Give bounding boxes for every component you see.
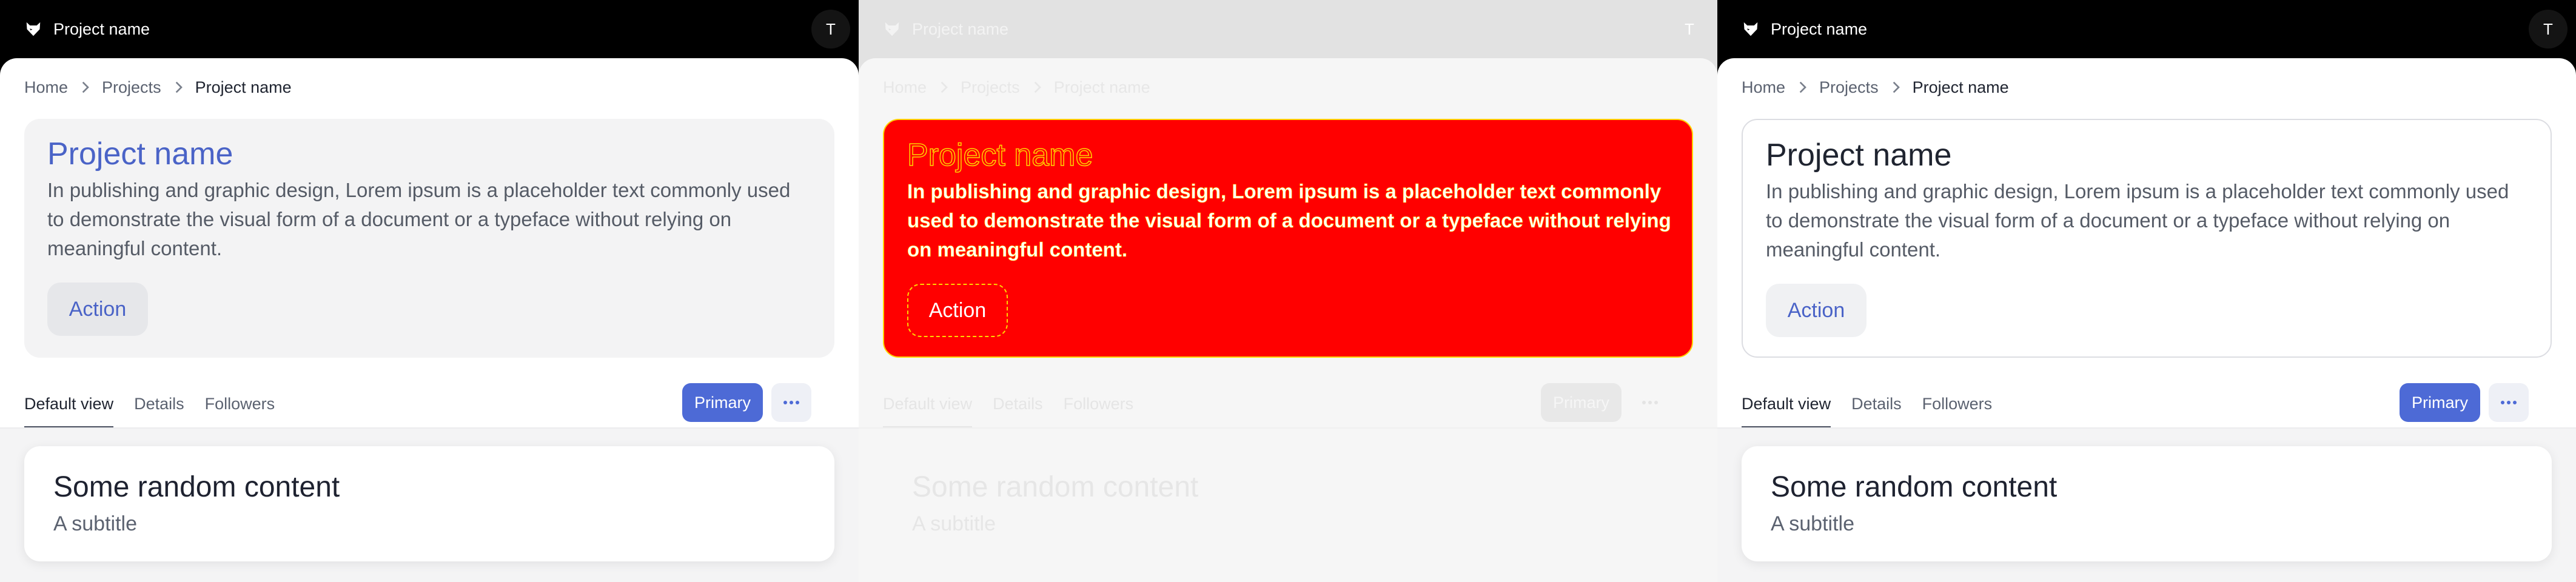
project-description: In publishing and graphic design, Lorem … [907,180,1671,261]
fox-logo-icon[interactable] [883,20,901,38]
primary-button[interactable]: Primary [2400,383,2480,422]
breadcrumb-projects[interactable]: Projects [102,78,161,97]
tab-bar: Default view Details Followers [24,380,295,428]
breadcrumb-current: Project name [1053,78,1150,96]
action-button[interactable]: Action [907,284,1008,337]
more-horizontal-icon [2501,401,2517,404]
avatar[interactable]: T [811,10,850,48]
card-title: Some random content [1771,471,2058,503]
more-horizontal-icon [783,401,799,404]
tab-bar: Default view Details Followers [1742,380,2013,428]
more-button[interactable] [2489,383,2529,422]
breadcrumb-projects[interactable]: Projects [1819,78,1879,97]
top-bar: Project name T [859,0,1717,58]
breadcrumb-home[interactable]: Home [1742,78,1785,97]
project-description: In publishing and graphic design, Lorem … [47,179,791,259]
tab-details[interactable]: Details [1851,380,1902,428]
chevron-right-icon [927,81,961,93]
main-sheet: Home Projects Project name Project name … [859,58,1717,582]
panel-outlined-hero: Project name T Home Projects Project nam… [1717,0,2576,582]
more-horizontal-icon [1642,401,1658,404]
action-button[interactable]: Action [1766,284,1867,337]
top-bar: Project name T [1717,0,2576,58]
screenshot-stage: Project name T Home Projects Project nam… [0,0,2576,582]
primary-button[interactable]: Primary [682,383,763,422]
card-subtitle: A subtitle [912,512,996,535]
breadcrumb: Home Projects Project name [24,76,292,98]
primary-button[interactable]: Primary [1541,383,1622,422]
chevron-right-icon [68,81,102,93]
project-hero-card: Project name In publishing and graphic d… [24,119,834,358]
project-title: Project name [907,137,1093,173]
tab-followers[interactable]: Followers [205,380,275,428]
card-title: Some random content [53,471,340,503]
card-title: Some random content [912,471,1199,503]
breadcrumb-home[interactable]: Home [24,78,68,97]
content-card: Some random content A subtitle [24,446,834,561]
tab-details[interactable]: Details [993,380,1043,428]
panel-highlighted-hero: Project name T Home Projects Project nam… [859,0,1717,582]
tab-default-view[interactable]: Default view [24,380,114,428]
chevron-right-icon [161,81,195,93]
action-button[interactable]: Action [47,283,148,336]
app-title: Project name [53,20,150,38]
tab-followers[interactable]: Followers [1922,380,1993,428]
more-button[interactable] [1630,383,1670,422]
app-title: Project name [912,20,1009,38]
breadcrumb-current: Project name [195,78,292,96]
project-hero-card-highlighted: Project name In publishing and graphic d… [883,119,1693,358]
tab-followers[interactable]: Followers [1064,380,1134,428]
project-title: Project name [47,136,233,172]
top-bar: Project name T [0,0,859,58]
card-subtitle: A subtitle [53,512,137,535]
project-hero-card: Project name In publishing and graphic d… [1742,119,2552,358]
card-subtitle: A subtitle [1771,512,1854,535]
fox-logo-icon[interactable] [24,20,42,38]
main-sheet: Home Projects Project name Project name … [0,58,859,582]
tab-default-view[interactable]: Default view [1742,380,1831,428]
content-card: Some random content A subtitle [1742,446,2552,561]
project-title: Project name [1766,138,1952,173]
main-sheet: Home Projects Project name Project name … [1717,58,2576,582]
chevron-right-icon [1879,81,1913,93]
tab-default-view[interactable]: Default view [883,380,973,428]
chevron-right-icon [1785,81,1819,93]
avatar[interactable]: T [2529,10,2568,48]
tab-bar: Default view Details Followers [883,380,1154,428]
more-button[interactable] [771,383,811,422]
panel-filled-hero: Project name T Home Projects Project nam… [0,0,859,582]
content-card: Some random content A subtitle [883,446,1693,561]
fox-logo-icon[interactable] [1742,20,1760,38]
tab-details[interactable]: Details [134,380,184,428]
breadcrumb-current: Project name [1912,78,2009,96]
breadcrumb-home[interactable]: Home [883,78,927,97]
project-description: In publishing and graphic design, Lorem … [1766,180,2509,261]
avatar[interactable]: T [1670,10,1709,48]
chevron-right-icon [1020,81,1054,93]
app-title: Project name [1771,20,1868,38]
breadcrumb: Home Projects Project name [1742,76,2009,98]
breadcrumb: Home Projects Project name [883,76,1150,98]
breadcrumb-projects[interactable]: Projects [961,78,1020,97]
